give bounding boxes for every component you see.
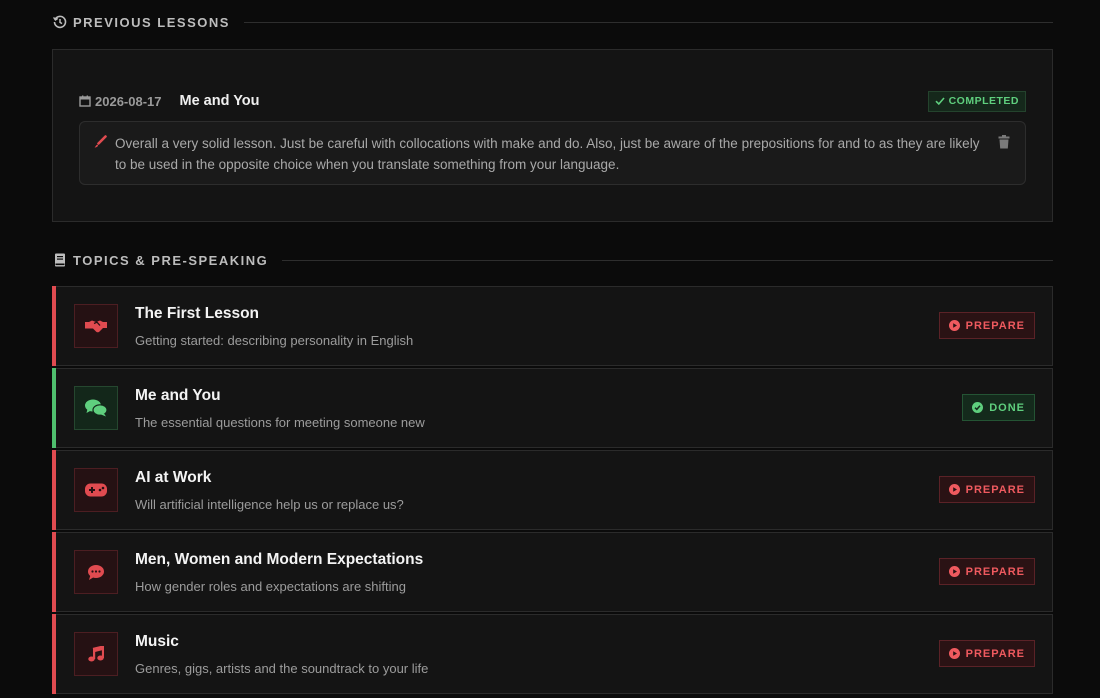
- topic-subtitle: Genres, gigs, artists and the soundtrack…: [135, 661, 429, 676]
- status-bar: [52, 532, 56, 612]
- previous-lessons-header: PREVIOUS LESSONS: [52, 12, 1053, 32]
- done-button[interactable]: DONE: [962, 394, 1035, 421]
- divider: [243, 21, 1053, 23]
- date-text: 2026-08-17: [95, 93, 162, 109]
- section-title: TOPICS & PRE-SPEAKING: [73, 252, 269, 268]
- button-label: DONE: [989, 401, 1025, 414]
- topic-title: Me and You: [135, 387, 221, 404]
- button-label: PREPARE: [965, 319, 1025, 332]
- status-bar: [52, 286, 56, 366]
- lesson-header: 2026-08-17 Me and You COMPLETED: [79, 90, 1026, 112]
- topic-card: The First Lesson Getting started: descri…: [52, 286, 1053, 366]
- topics-header: TOPICS & PRE-SPEAKING: [52, 250, 1053, 270]
- note-text: Overall a very solid lesson. Just be car…: [115, 136, 980, 172]
- previous-lesson-card: 2026-08-17 Me and You COMPLETED Overall …: [52, 49, 1053, 222]
- status-badge: COMPLETED: [927, 90, 1026, 112]
- trash-icon[interactable]: [998, 135, 1010, 149]
- button-label: PREPARE: [965, 483, 1025, 496]
- play-circle-icon: [948, 566, 960, 577]
- topic-title: The First Lesson: [135, 305, 260, 322]
- lesson-date: 2026-08-17: [79, 94, 162, 109]
- lesson-title: Me and You: [179, 93, 260, 109]
- prepare-button[interactable]: PREPARE: [938, 476, 1035, 503]
- music-note-icon: [74, 632, 118, 676]
- topic-title: Music: [135, 633, 179, 650]
- topic-subtitle: The essential questions for meeting some…: [135, 415, 425, 430]
- section-title: PREVIOUS LESSONS: [73, 14, 230, 30]
- book-icon: [52, 252, 68, 268]
- status-bar: [52, 450, 56, 530]
- topic-card: Music Genres, gigs, artists and the soun…: [52, 614, 1053, 694]
- comments-icon: [74, 386, 118, 430]
- pen-icon: [94, 135, 107, 148]
- button-label: PREPARE: [965, 565, 1025, 578]
- play-circle-icon: [948, 648, 960, 659]
- speech-bubble-icon: [74, 550, 118, 594]
- check-circle-icon: [972, 402, 984, 413]
- topic-card: Men, Women and Modern Expectations How g…: [52, 532, 1053, 612]
- calendar-icon: [79, 95, 91, 107]
- gamepad-icon: [74, 468, 118, 512]
- prepare-button[interactable]: PREPARE: [938, 312, 1035, 339]
- topic-subtitle: Will artificial intelligence help us or …: [135, 497, 404, 512]
- check-icon: [935, 97, 945, 106]
- topic-title: AI at Work: [135, 469, 212, 486]
- topic-card: Me and You The essential questions for m…: [52, 368, 1053, 448]
- handshake-icon: [74, 304, 118, 348]
- topic-card: AI at Work Will artificial intelligence …: [52, 450, 1053, 530]
- prepare-button[interactable]: PREPARE: [938, 640, 1035, 667]
- prepare-button[interactable]: PREPARE: [938, 558, 1035, 585]
- status-bar: [52, 614, 56, 694]
- topic-title: Men, Women and Modern Expectations: [135, 551, 424, 568]
- status-text: COMPLETED: [948, 95, 1019, 107]
- play-circle-icon: [948, 484, 960, 495]
- play-circle-icon: [948, 320, 960, 331]
- button-label: PREPARE: [965, 647, 1025, 660]
- topic-subtitle: Getting started: describing personality …: [135, 333, 414, 348]
- divider: [282, 259, 1053, 261]
- teacher-note: Overall a very solid lesson. Just be car…: [79, 121, 1026, 185]
- status-bar: [52, 368, 56, 448]
- topic-subtitle: How gender roles and expectations are sh…: [135, 579, 406, 594]
- history-icon: [52, 14, 68, 30]
